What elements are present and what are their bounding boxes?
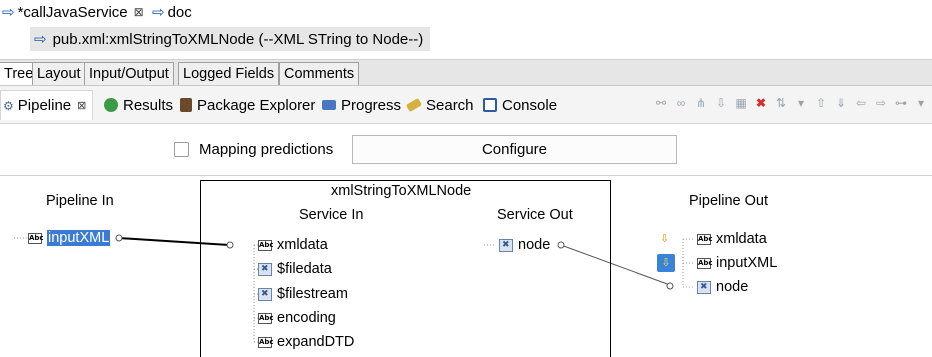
tab-progress-label: Progress xyxy=(341,96,402,114)
editor-tab-calljavaservice[interactable]: ⇨ *callJavaService ⊠ xyxy=(2,2,144,22)
tab-logged-fields[interactable]: Logged Fields xyxy=(178,62,280,85)
service-arrow-icon: ⇨ xyxy=(152,4,165,21)
pipeline-icon: ⚙ xyxy=(3,98,14,113)
editor-tab-label: *callJavaService xyxy=(17,3,128,21)
pipeline-in-var[interactable]: Abc inputXML xyxy=(28,229,111,247)
expand-icon[interactable]: ⇅ xyxy=(774,96,788,110)
pipeline-toolbar: ⚯ ∞ ⋔ ⇩ ▦ ✖ ⇅ ▾ ⇧ ⇓ ⇦ ⇨ ⊶ ▾ xyxy=(654,96,928,110)
tab-comments[interactable]: Comments xyxy=(279,62,360,85)
node-pipeline-out-pin xyxy=(666,282,674,290)
move-up-icon[interactable]: ⇧ xyxy=(814,96,828,110)
tab-search-label: Search xyxy=(426,96,474,114)
flow-step-list: ⇨ pub.xml:xmlStringToXMLNode (--XML STri… xyxy=(0,24,932,58)
chain-icon[interactable]: ∞ xyxy=(674,96,688,110)
editor-view-tabs: Tree Layout Input/Output Logged Fields C… xyxy=(0,59,932,86)
progress-icon xyxy=(322,100,336,110)
invoke-arrow-icon: ⇨ xyxy=(34,31,47,48)
tab-layout[interactable]: Layout xyxy=(32,62,86,85)
var-name: xmldata xyxy=(716,231,767,247)
shift-right-icon[interactable]: ⇨ xyxy=(874,96,888,110)
tab-package-explorer-label: Package Explorer xyxy=(197,96,316,114)
service-arrow-icon: ⇨ xyxy=(2,4,15,21)
configure-button[interactable]: Configure xyxy=(352,135,677,164)
object-type-icon xyxy=(697,280,711,294)
tab-progress[interactable]: Progress xyxy=(322,95,401,115)
inputxml-pin xyxy=(115,234,123,242)
tab-console[interactable]: Console xyxy=(483,95,557,115)
tab-search[interactable]: Search xyxy=(405,95,474,115)
var-name: $filestream xyxy=(277,286,348,302)
var-name: node xyxy=(518,237,551,253)
service-in-var[interactable]: Abc encoding xyxy=(258,309,336,327)
mapping-predictions-bar: Mapping predictions Configure xyxy=(0,124,932,176)
search-icon xyxy=(405,98,423,112)
service-in-var[interactable]: $filestream xyxy=(258,285,348,303)
tab-pipeline[interactable]: ⚙ Pipeline ⊠ xyxy=(0,90,94,120)
console-icon xyxy=(483,98,497,112)
tab-pipeline-label: Pipeline xyxy=(17,97,72,114)
var-name: inputXML xyxy=(716,255,778,271)
tab-results-label: Results xyxy=(123,96,174,114)
pipeline-out-title: Pipeline Out xyxy=(689,193,768,209)
tab-console-label: Console xyxy=(502,96,558,114)
move-down-icon[interactable]: ⇓ xyxy=(834,96,848,110)
down-arrow-icon[interactable]: ⇩ xyxy=(714,96,728,110)
set-value-icon[interactable]: ⇩ xyxy=(657,254,675,272)
object-type-icon xyxy=(258,262,272,276)
pipeline-canvas: Pipeline In xmlStringToXMLNode Service I… xyxy=(0,177,932,357)
editor-tab-doc[interactable]: ⇨ doc xyxy=(152,2,192,22)
editor-tab-label: doc xyxy=(167,3,192,21)
close-icon[interactable]: ⊠ xyxy=(77,99,86,112)
string-type-icon: Abc xyxy=(28,232,44,244)
tab-package-explorer[interactable]: Package Explorer xyxy=(180,95,315,115)
pipeline-out-var[interactable]: Abc inputXML xyxy=(697,254,777,272)
string-type-icon: Abc xyxy=(258,239,274,251)
object-type-icon xyxy=(499,238,513,252)
flow-step-invoke[interactable]: ⇨ pub.xml:xmlStringToXMLNode (--XML STri… xyxy=(30,27,430,51)
package-icon xyxy=(180,98,192,112)
service-in-var[interactable]: Abc expandDTD xyxy=(258,333,354,351)
var-name: inputXML xyxy=(47,230,111,246)
var-name: expandDTD xyxy=(277,334,355,350)
string-type-icon: Abc xyxy=(258,336,274,348)
view-toolbar: ⚙ Pipeline ⊠ Results Package Explorer Pr… xyxy=(0,86,932,124)
link-icon[interactable]: ⚯ xyxy=(654,96,668,110)
string-type-icon: Abc xyxy=(697,257,713,269)
var-name: xmldata xyxy=(277,237,328,253)
chevron-down-icon[interactable]: ▾ xyxy=(914,96,928,110)
service-in-title: Service In xyxy=(299,207,364,223)
dropdown-icon[interactable]: ▾ xyxy=(794,96,808,110)
drop-indicator-icon: ⇩ xyxy=(660,233,670,245)
editor-tab-bar: ⇨ *callJavaService ⊠ ⇨ doc xyxy=(0,0,932,24)
map-icon[interactable]: ▦ xyxy=(734,96,748,110)
string-type-icon: Abc xyxy=(697,233,713,245)
service-out-var[interactable]: node xyxy=(499,236,550,254)
view-menu-icon[interactable]: ⊶ xyxy=(894,96,908,110)
delete-icon[interactable]: ✖ xyxy=(754,96,768,110)
flow-step-label: pub.xml:xmlStringToXMLNode (--XML STring… xyxy=(52,30,424,48)
tab-input-output[interactable]: Input/Output xyxy=(84,62,174,85)
mapping-predictions-checkbox[interactable] xyxy=(174,142,189,157)
service-title: xmlStringToXMLNode xyxy=(331,183,472,199)
shift-left-icon[interactable]: ⇦ xyxy=(854,96,868,110)
object-type-icon xyxy=(258,287,272,301)
tab-results[interactable]: Results xyxy=(104,95,173,115)
pipeline-out-var[interactable]: node xyxy=(697,278,748,296)
var-name: $filedata xyxy=(277,261,332,277)
var-name: node xyxy=(716,279,749,295)
string-type-icon: Abc xyxy=(258,312,274,324)
close-icon[interactable]: ⊠ xyxy=(134,5,144,19)
service-in-var[interactable]: $filedata xyxy=(258,260,332,278)
service-in-var[interactable]: Abc xmldata xyxy=(258,236,328,254)
service-out-title: Service Out xyxy=(497,207,573,223)
results-icon xyxy=(104,98,118,112)
mapping-predictions-label: Mapping predictions xyxy=(199,141,334,158)
pipeline-in-title: Pipeline In xyxy=(46,193,114,209)
branch-icon[interactable]: ⋔ xyxy=(694,96,708,110)
pipeline-out-var[interactable]: Abc xmldata xyxy=(697,230,767,248)
var-name: encoding xyxy=(277,310,336,326)
